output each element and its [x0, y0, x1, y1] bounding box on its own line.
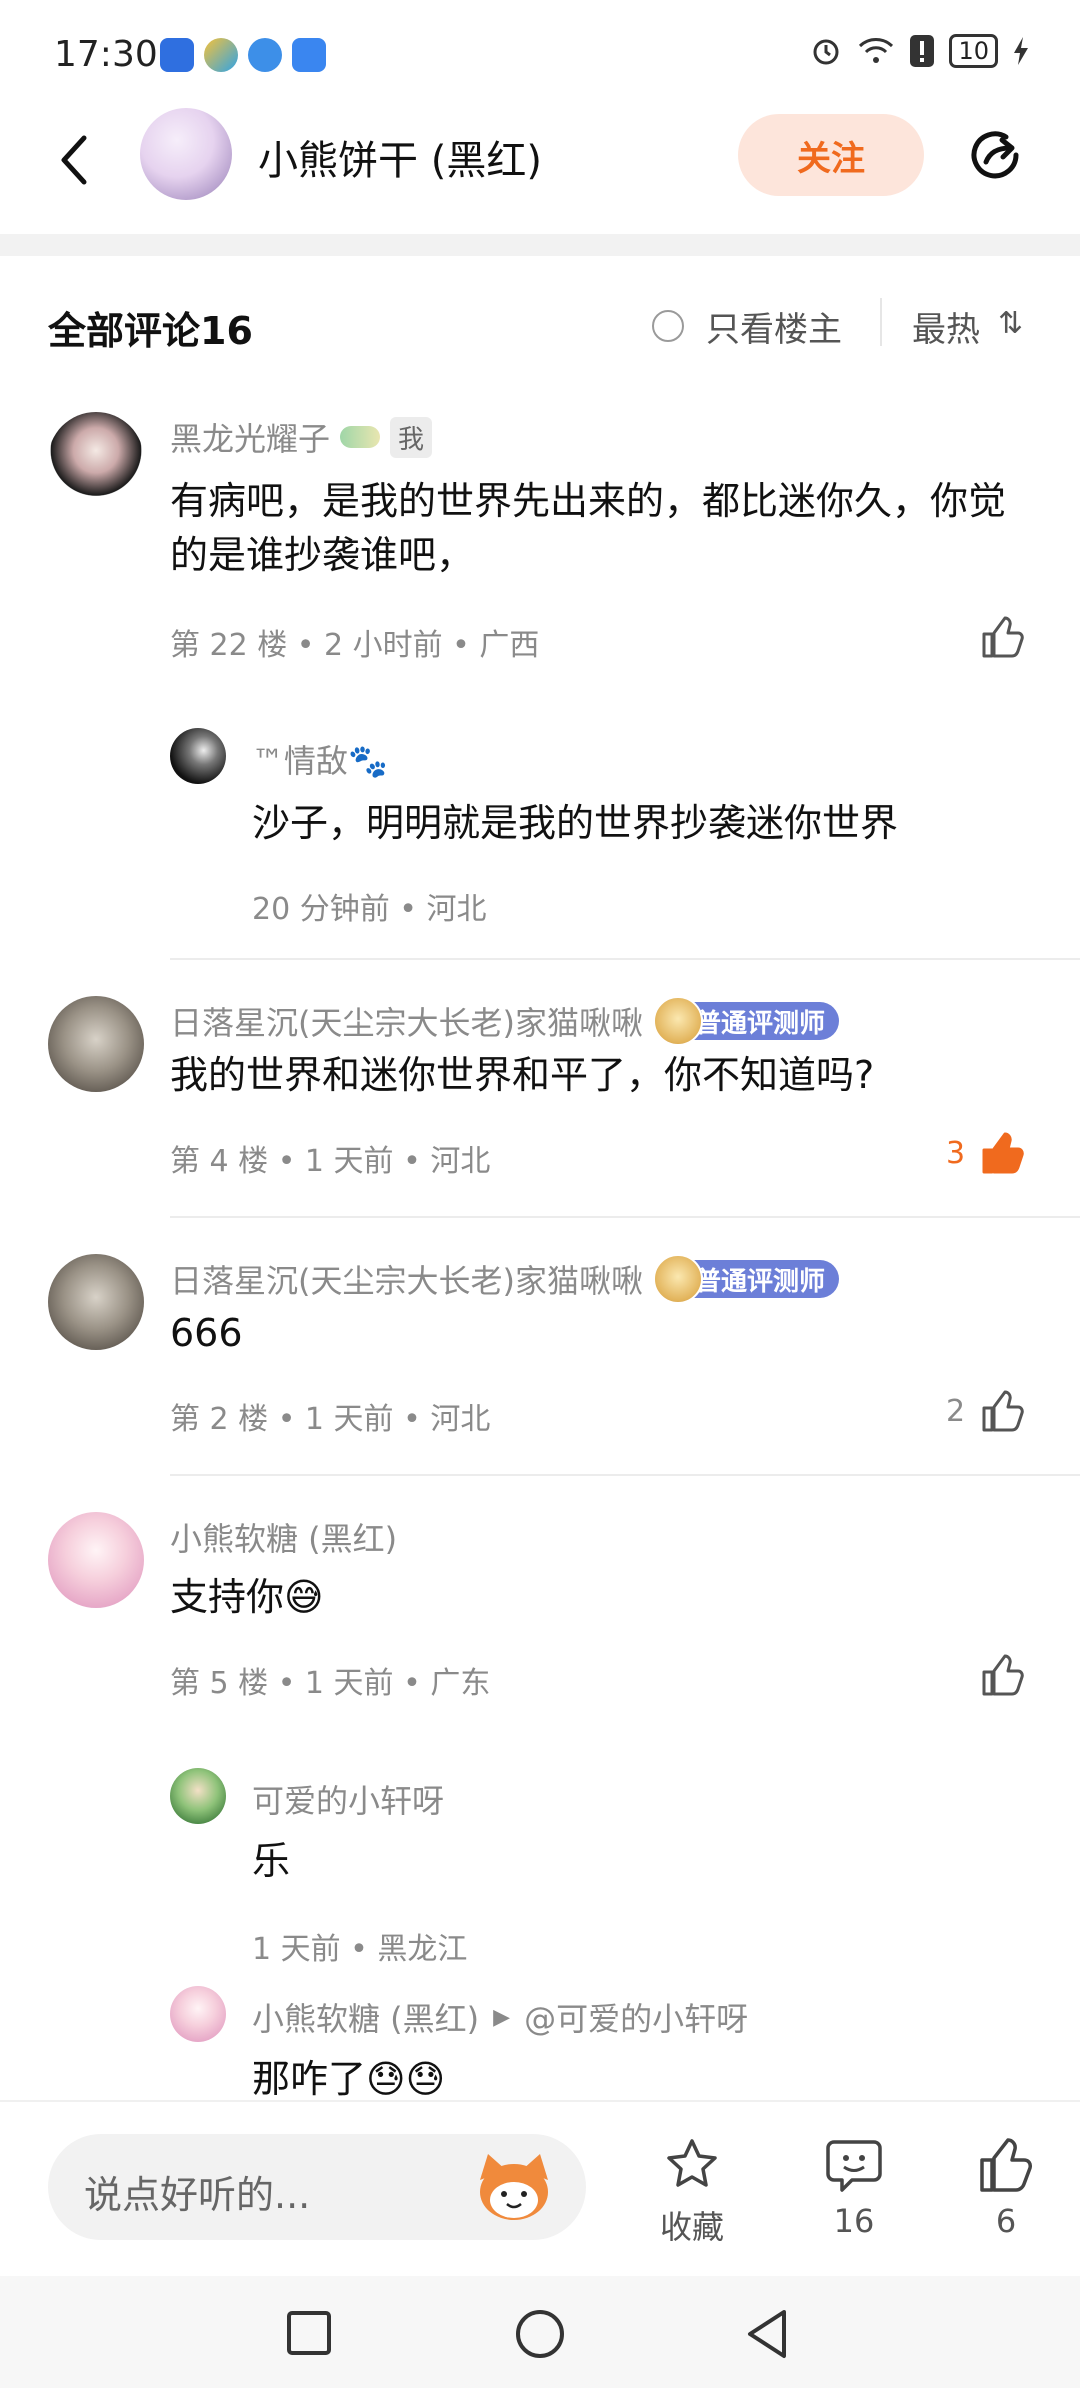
status-app-icons [160, 38, 326, 72]
share-icon[interactable] [964, 124, 1026, 186]
comment-header: 日落星沉(天尘宗大长老)家猫啾啾 普通评测师 [170, 996, 839, 1046]
reply-meta: 1 天前 • 黑龙江 [252, 1932, 468, 1967]
reply-to[interactable]: @可爱的小轩呀 [524, 1994, 748, 2040]
mascot-icon[interactable] [474, 2150, 554, 2224]
like-icon[interactable] [978, 614, 1026, 662]
comment-text: 有病吧，是我的世界先出来的，都比迷你久，你觉的是谁抄袭谁吧， [170, 479, 1007, 577]
alert-icon [910, 35, 935, 67]
baidu-app-icon [160, 38, 194, 72]
author-avatar[interactable] [140, 108, 232, 200]
charging-icon [1014, 37, 1028, 65]
avatar[interactable] [48, 1512, 144, 1608]
reviewer-label: 普通评测师 [694, 1008, 825, 1039]
alarm-icon [813, 39, 839, 65]
like-icon[interactable] [978, 1388, 1026, 1436]
commenter-name[interactable]: 日落星沉(天尘宗大长老)家猫啾啾 [170, 1256, 643, 1302]
author-name[interactable]: 小熊饼干 (黑红) [258, 128, 542, 186]
comment-icon[interactable] [824, 2136, 884, 2196]
comment-meta: 第 4 楼 • 1 天前 • 河北 [170, 1144, 491, 1179]
avatar[interactable] [170, 1768, 226, 1824]
comment-count[interactable]: 16 [814, 2202, 894, 2240]
sort-button[interactable]: 最热 [912, 302, 980, 351]
favorite-icon[interactable] [662, 2136, 722, 2196]
reply-text: 乐 [252, 1839, 291, 1883]
favorite-label[interactable]: 收藏 [652, 2202, 732, 2248]
comment-meta: 第 5 楼 • 1 天前 • 广东 [170, 1666, 491, 1701]
reply-text: 沙子，明明就是我的世界抄袭迷你世界 [252, 801, 899, 845]
header-divider [0, 234, 1080, 256]
reply-arrow-icon: ▶ [493, 2004, 511, 2030]
toolbar-separator [880, 298, 882, 346]
wifi-icon [859, 38, 894, 63]
avatar[interactable] [170, 1986, 226, 2042]
only-host-radio[interactable] [652, 310, 684, 342]
like-icon[interactable] [978, 1652, 1026, 1700]
status-time: 17:30 [54, 34, 158, 75]
store-app-icon [292, 38, 326, 72]
comment-header: 日落星沉(天尘宗大长老)家猫啾啾 普通评测师 [170, 1254, 839, 1304]
reply-header: 小熊软糖 (黑红) ▶ @可爱的小轩呀 [252, 1994, 748, 2040]
commenter-name[interactable]: 小熊软糖 (黑红) [170, 1514, 397, 1560]
reviewer-icon [652, 996, 703, 1046]
back-button[interactable] [52, 130, 98, 190]
dragon-icon [340, 426, 381, 448]
back-nav-icon[interactable] [744, 2308, 790, 2360]
battery-level: 10 [949, 34, 998, 68]
reviewer-badge: 普通评测师 [652, 1254, 839, 1304]
comment-meta: 第 2 楼 • 1 天前 • 河北 [170, 1402, 491, 1437]
reviewer-icon [652, 1254, 703, 1304]
like-count: 2 [946, 1394, 966, 1429]
comment-text: 666 [170, 1311, 243, 1355]
like-count: 3 [946, 1136, 966, 1171]
reply-name[interactable]: ™情敌🐾 [252, 736, 388, 782]
yellow-app-icon [204, 38, 238, 72]
reply-name[interactable]: 小熊软糖 (黑红) [252, 1994, 479, 2040]
row-divider [170, 1474, 1080, 1476]
like-icon[interactable] [976, 2136, 1036, 2196]
reviewer-badge: 普通评测师 [652, 996, 839, 1046]
comment-input-placeholder[interactable]: 说点好听的... [84, 2164, 310, 2219]
avatar[interactable] [48, 412, 144, 508]
reviewer-label: 普通评测师 [694, 1266, 825, 1297]
reply-name[interactable]: 可爱的小轩呀 [252, 1776, 444, 1822]
status-right: 10 [809, 34, 1030, 68]
follow-button[interactable]: 关注 [738, 114, 924, 196]
reply-meta: 20 分钟前 • 河北 [252, 892, 487, 927]
commenter-name[interactable]: 黑龙光耀子 [170, 414, 330, 460]
comment-header: 黑龙光耀子 我 [170, 414, 433, 460]
row-divider [170, 1216, 1080, 1218]
comment-text: 支持你😅 [170, 1575, 324, 1619]
liked-icon[interactable] [978, 1130, 1026, 1178]
comment-meta: 第 22 楼 • 2 小时前 • 广西 [170, 628, 540, 663]
me-badge: 我 [390, 416, 433, 458]
sort-icon[interactable]: ⇅ [998, 306, 1023, 341]
home-icon[interactable] [514, 2308, 566, 2360]
avatar[interactable] [170, 728, 226, 784]
reply-text: 那咋了😓😓 [252, 2057, 446, 2101]
only-host-label[interactable]: 只看楼主 [706, 302, 842, 351]
avatar[interactable] [48, 996, 144, 1092]
comment-text: 我的世界和迷你世界和平了，你不知道吗? [170, 1053, 875, 1097]
row-divider [170, 958, 1080, 960]
recent-apps-icon[interactable] [286, 2310, 332, 2356]
blue-app-icon [248, 38, 282, 72]
commenter-name[interactable]: 日落星沉(天尘宗大长老)家猫啾啾 [170, 998, 643, 1044]
comments-title: 全部评论16 [48, 309, 253, 353]
avatar[interactable] [48, 1254, 144, 1350]
like-count[interactable]: 6 [966, 2202, 1046, 2240]
